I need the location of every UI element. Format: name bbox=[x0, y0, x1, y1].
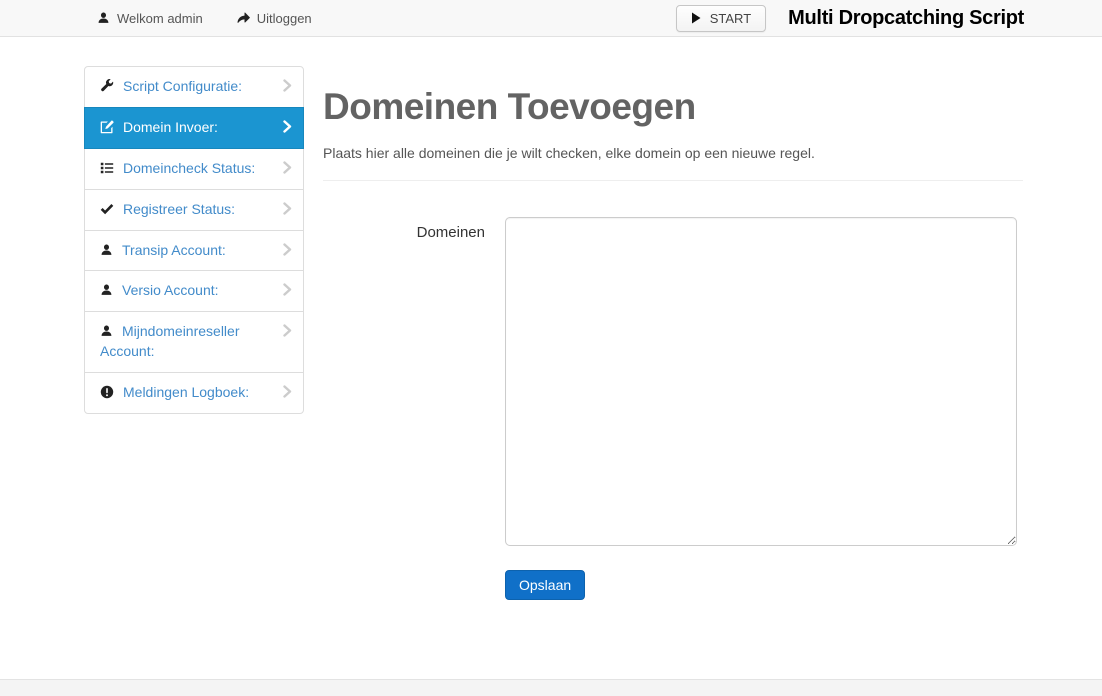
chevron-right-icon bbox=[283, 385, 292, 398]
play-icon bbox=[691, 12, 701, 24]
save-button[interactable]: Opslaan bbox=[505, 570, 585, 600]
page-title: Domeinen Toevoegen bbox=[323, 86, 1023, 128]
sidebar-item-label: Domein Invoer: bbox=[123, 119, 218, 135]
chevron-right-icon bbox=[283, 161, 292, 174]
sidebar-item-domein-invoer[interactable]: Domein Invoer: bbox=[84, 107, 304, 149]
edit-icon bbox=[100, 120, 114, 134]
sidebar-item-mijndomeinreseller-account[interactable]: Mijndomeinreseller Account: bbox=[84, 311, 304, 373]
sidebar-item-label: Transip Account: bbox=[122, 242, 226, 258]
exclamation-circle-icon bbox=[100, 385, 114, 399]
main-content: Domeinen Toevoegen Plaats hier alle dome… bbox=[323, 66, 1023, 600]
start-button[interactable]: START bbox=[676, 5, 766, 32]
user-icon bbox=[97, 11, 110, 25]
user-icon bbox=[100, 324, 113, 338]
chevron-right-icon bbox=[283, 79, 292, 92]
chevron-right-icon bbox=[283, 283, 292, 296]
logout-link[interactable]: Uitloggen bbox=[236, 11, 312, 26]
user-icon bbox=[100, 243, 113, 257]
sidebar-item-label: Meldingen Logboek: bbox=[123, 384, 249, 400]
chevron-right-icon bbox=[283, 120, 292, 133]
footer-bar bbox=[0, 679, 1102, 696]
sidebar-item-label: Registreer Status: bbox=[123, 201, 235, 217]
user-icon bbox=[100, 283, 113, 297]
start-button-label: START bbox=[710, 11, 751, 26]
app-title: Multi Dropcatching Script bbox=[788, 7, 1024, 30]
chevron-right-icon bbox=[283, 202, 292, 215]
check-icon bbox=[100, 202, 114, 216]
domains-form-row: Domeinen bbox=[323, 217, 1023, 546]
welcome-user-link[interactable]: Welkom admin bbox=[97, 11, 203, 26]
wrench-icon bbox=[100, 79, 114, 93]
divider bbox=[323, 180, 1023, 181]
sidebar-item-domeincheck-status[interactable]: Domeincheck Status: bbox=[84, 148, 304, 190]
chevron-right-icon bbox=[283, 324, 292, 337]
sidebar-item-transip-account[interactable]: Transip Account: bbox=[84, 230, 304, 272]
sidebar-item-label: Mijndomeinreseller Account: bbox=[100, 323, 240, 359]
domains-label: Domeinen bbox=[323, 217, 505, 241]
sidebar-item-label: Script Configuratie: bbox=[123, 78, 242, 94]
list-icon bbox=[100, 161, 114, 175]
share-arrow-icon bbox=[236, 11, 250, 25]
chevron-right-icon bbox=[283, 243, 292, 256]
top-navbar: Welkom admin Uitloggen START Multi Dropc… bbox=[0, 0, 1102, 37]
sidebar-item-label: Versio Account: bbox=[122, 282, 219, 298]
domains-input[interactable] bbox=[505, 217, 1017, 546]
sidebar-item-label: Domeincheck Status: bbox=[123, 160, 255, 176]
welcome-label: Welkom admin bbox=[117, 11, 203, 26]
logout-label: Uitloggen bbox=[257, 11, 312, 26]
sidebar-item-meldingen-logboek[interactable]: Meldingen Logboek: bbox=[84, 372, 304, 414]
sidebar-item-registreer-status[interactable]: Registreer Status: bbox=[84, 189, 304, 231]
sidebar-item-versio-account[interactable]: Versio Account: bbox=[84, 270, 304, 312]
sidebar-item-script-configuratie[interactable]: Script Configuratie: bbox=[84, 66, 304, 108]
page-subtitle: Plaats hier alle domeinen die je wilt ch… bbox=[323, 145, 1023, 161]
sidebar-menu: Script Configuratie: Domein Invoer: Dome… bbox=[84, 66, 304, 414]
